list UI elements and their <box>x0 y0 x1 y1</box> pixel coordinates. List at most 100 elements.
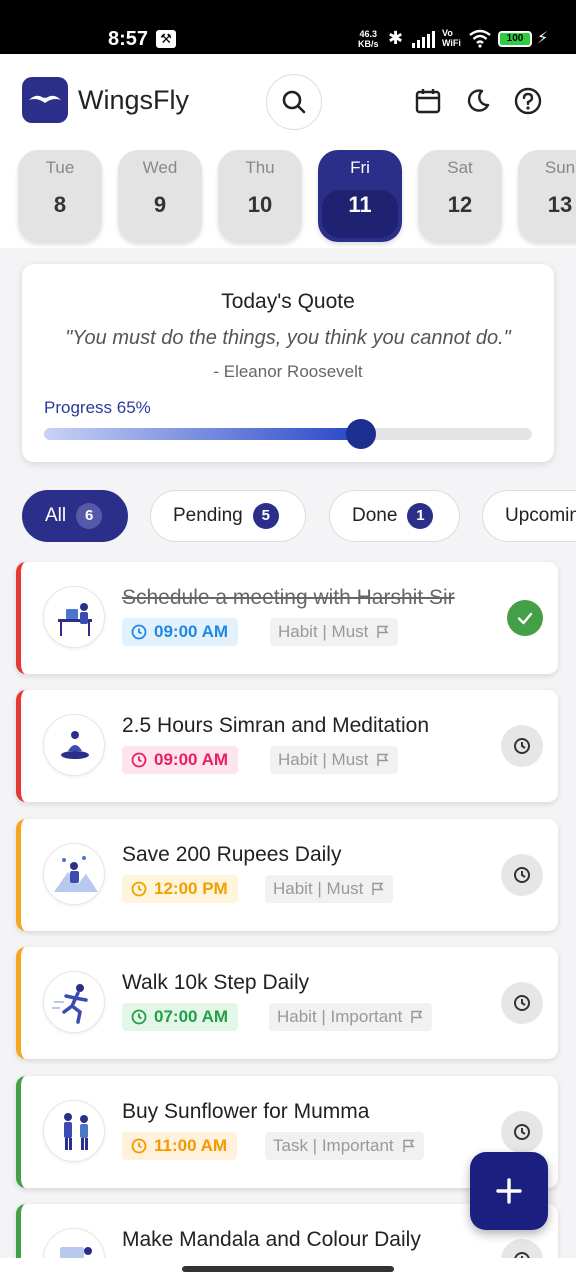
filter-all[interactable]: All 6 <box>22 490 128 542</box>
completed-check-button[interactable] <box>507 600 543 636</box>
moon-icon <box>467 89 490 112</box>
network-speed-unit: KB/s <box>358 39 379 49</box>
saving-money-icon <box>54 856 98 892</box>
day-number: 13 <box>547 192 573 217</box>
task-time-text: 12:00 PM <box>154 879 228 898</box>
task-tag: Habit | Must <box>270 618 399 646</box>
task-tag-text: Habit | Must <box>278 750 369 769</box>
app-header: WingsFly Tue 8 Wed 9 Thu 10 Fri 11 Sat 1… <box>0 54 576 248</box>
wifi-icon <box>469 29 491 48</box>
day-thu[interactable]: Thu 10 <box>218 150 302 242</box>
progress-label: Progress 65% <box>44 398 151 417</box>
task-tag: Habit | Must <box>270 746 399 774</box>
dark-mode-button[interactable] <box>463 86 493 116</box>
task-illustration <box>43 1100 105 1162</box>
plus-icon <box>496 1178 522 1204</box>
meditation-icon <box>61 731 89 759</box>
filter-label: Done <box>352 505 398 526</box>
task-tag: Habit | Important <box>269 1003 433 1031</box>
filter-done[interactable]: Done 1 <box>329 490 460 542</box>
task-time: 09:00 AM <box>122 618 239 646</box>
check-icon <box>517 612 533 625</box>
day-sat[interactable]: Sat 12 <box>418 150 502 242</box>
task-card[interactable]: Save 200 Rupees Daily 12:00 PM Habit | M… <box>16 819 558 931</box>
calendar-button[interactable] <box>413 86 443 116</box>
filter-label: Pending <box>173 505 243 526</box>
network-speed-value: 46.3 <box>359 29 378 39</box>
vo-text: Vo <box>442 28 453 38</box>
day-fri-selected[interactable]: Fri 11 <box>318 150 402 242</box>
flag-icon <box>377 625 389 638</box>
bluetooth-icon: ✱ <box>388 28 404 48</box>
task-card[interactable]: Schedule a meeting with Harshit Sir 09:0… <box>16 562 558 674</box>
task-tag: Task | Important <box>265 1132 424 1160</box>
clock-icon <box>131 624 147 640</box>
signal-icon <box>412 31 435 48</box>
task-time-text: 09:00 AM <box>154 622 229 641</box>
task-title: Walk 10k Step Daily <box>122 971 310 994</box>
day-number: 9 <box>153 192 167 217</box>
schedule-button[interactable] <box>501 982 543 1024</box>
schedule-button[interactable] <box>501 1111 543 1153</box>
calendar-icon <box>415 89 441 114</box>
task-card[interactable]: Walk 10k Step Daily 07:00 AM Habit | Imp… <box>16 947 558 1059</box>
clock-icon <box>514 1124 530 1140</box>
task-tag-text: Habit | Must <box>273 879 364 898</box>
day-number: 10 <box>247 192 273 217</box>
day-sun[interactable]: Sun 13 <box>518 150 576 242</box>
task-title: Schedule a meeting with Harshit Sir <box>122 586 455 609</box>
task-tag-text: Habit | Important <box>277 1007 403 1026</box>
home-gesture-handle[interactable] <box>182 1266 394 1272</box>
status-time: 8:57 <box>108 28 149 50</box>
day-name: Wed <box>142 158 178 177</box>
flag-icon <box>377 753 389 766</box>
quote-text: "You must do the things, you think you c… <box>65 327 511 349</box>
progress-track <box>44 419 532 449</box>
day-name: Sun <box>544 158 576 177</box>
filter-count-badge: 1 <box>407 503 434 529</box>
filter-label: Upcoming <box>505 505 576 526</box>
flag-icon <box>372 882 384 895</box>
schedule-button[interactable] <box>501 725 543 767</box>
clock-icon <box>514 995 530 1011</box>
flag-icon <box>411 1010 423 1023</box>
help-icon <box>514 87 542 115</box>
day-name: Thu <box>245 158 275 177</box>
task-title: Buy Sunflower for Mumma <box>122 1100 370 1123</box>
filter-pending[interactable]: Pending 5 <box>150 490 306 542</box>
task-tag: Habit | Must <box>265 875 394 903</box>
progress-thumb <box>346 419 377 449</box>
filter-upcoming[interactable]: Upcoming <box>482 490 576 542</box>
quote-card: Today's Quote "You must do the things, y… <box>22 264 554 462</box>
day-tue[interactable]: Tue 8 <box>18 150 102 242</box>
desk-work-icon <box>58 603 92 636</box>
search-button[interactable] <box>266 74 322 130</box>
filter-count-badge: 5 <box>252 503 279 529</box>
day-number: 12 <box>447 192 473 217</box>
add-task-button[interactable] <box>470 1152 548 1230</box>
system-nav-bar <box>0 1258 576 1280</box>
task-time-text: 07:00 AM <box>154 1007 229 1026</box>
help-button[interactable] <box>513 86 543 116</box>
day-name: Sat <box>447 158 473 177</box>
clock-icon <box>514 738 530 754</box>
filter-count-badge: 6 <box>76 503 103 529</box>
battery-icon: 100 <box>498 31 532 47</box>
task-title: Make Mandala and Colour Daily <box>122 1228 421 1251</box>
task-time-text: 11:00 AM <box>154 1136 228 1155</box>
schedule-button[interactable] <box>501 854 543 896</box>
task-tag-text: Habit | Must <box>278 622 369 641</box>
progress-fill <box>44 428 362 440</box>
task-card[interactable]: 2.5 Hours Simran and Meditation 09:00 AM… <box>16 690 558 802</box>
day-wed[interactable]: Wed 9 <box>118 150 202 242</box>
wifi-text: WiFi <box>442 38 461 48</box>
task-time: 11:00 AM <box>122 1132 238 1160</box>
schedule-button[interactable] <box>501 1239 543 1258</box>
gift-flowers-icon <box>64 1113 88 1150</box>
vowifi-label: Vo WiFi <box>442 28 461 48</box>
quote-author: - Eleanor Roosevelt <box>213 362 363 381</box>
running-icon <box>52 984 88 1024</box>
clock-icon <box>514 1252 530 1258</box>
filter-chips: All 6 Pending 5 Done 1 Upcoming <box>0 488 576 544</box>
task-illustration <box>43 714 105 776</box>
